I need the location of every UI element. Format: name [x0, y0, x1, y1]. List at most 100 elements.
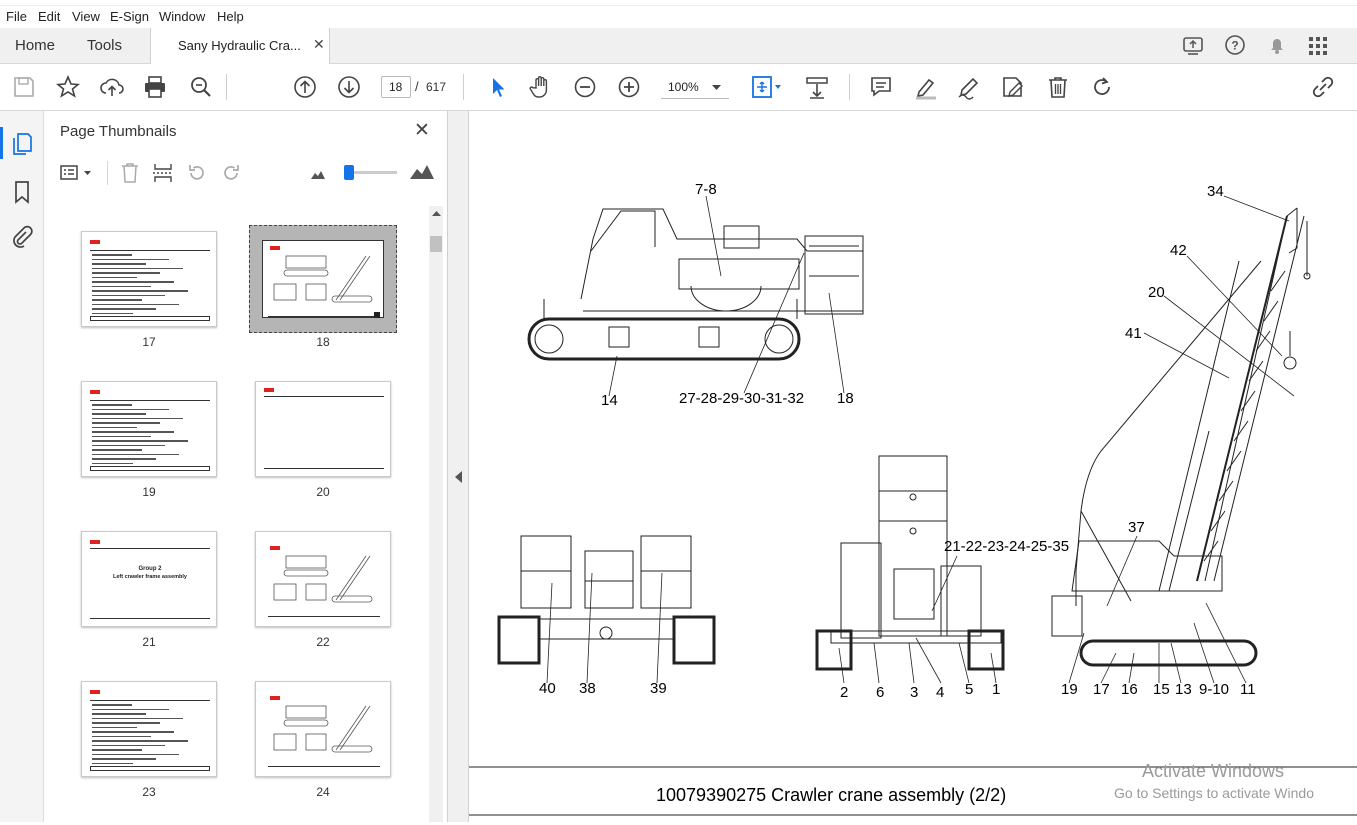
page-thumbnail[interactable]: Group 2 Left crawler frame assembly [81, 531, 217, 627]
callout-label: 34 [1207, 183, 1224, 200]
chevron-down-icon [712, 85, 721, 90]
callout-label: 17 [1093, 681, 1110, 698]
panel-title: Page Thumbnails [60, 123, 177, 140]
scroll-mode-icon[interactable] [804, 74, 830, 100]
rail-selection-indicator [0, 127, 3, 159]
page-count: 617 [426, 80, 447, 94]
rotate-clockwise-icon[interactable] [221, 163, 241, 183]
callout-label: 16 [1121, 681, 1138, 698]
thumbnail-size-slider-thumb[interactable] [344, 165, 354, 180]
scrollbar-thumb[interactable] [430, 236, 442, 252]
callout-label: 3 [910, 684, 919, 701]
next-page-icon[interactable] [336, 74, 362, 100]
tab-tools[interactable]: Tools [87, 37, 122, 54]
thumbnail-scrollbar[interactable] [429, 206, 443, 822]
callout-label: 6 [876, 684, 885, 701]
comment-icon[interactable] [868, 74, 894, 100]
rear-view-counterweight [497, 535, 716, 665]
thumbnail-options-icon[interactable] [59, 163, 95, 183]
collapse-panel-icon[interactable] [455, 471, 462, 483]
thumbnail-page-label: 24 [316, 785, 330, 799]
menu-esign[interactable]: E-Sign [110, 9, 149, 24]
page-thumbnail[interactable] [81, 231, 217, 327]
save-icon[interactable] [11, 74, 37, 100]
callout-label: 2 [840, 684, 849, 701]
callout-label: 21-22-23-24-25-35 [944, 538, 1070, 555]
menu-window[interactable]: Window [159, 9, 205, 24]
page-thumbnails-panel: Page Thumbnails ✕ 17 18 19 20 Group 2 Left cr… [44, 111, 448, 822]
draw-sign-icon[interactable] [956, 74, 982, 100]
share-link-icon[interactable] [1310, 74, 1336, 100]
thumbnail-smaller-icon[interactable] [311, 168, 325, 180]
thumbnail-page-label: 19 [142, 485, 156, 499]
thumbnail-page-label: 23 [142, 785, 156, 799]
crane-boom-view [1051, 207, 1311, 667]
cloud-upload-icon[interactable] [99, 74, 125, 100]
page-thumbnail[interactable] [81, 381, 217, 477]
tab-home[interactable]: Home [15, 37, 55, 54]
fit-page-icon[interactable] [750, 74, 784, 100]
page-thumbnails-icon[interactable] [11, 132, 33, 156]
zoom-value: 100% [668, 80, 699, 94]
callout-label: 11 [1240, 681, 1256, 698]
panel-close-icon[interactable]: ✕ [414, 119, 430, 142]
thumbnail-delete-icon[interactable] [120, 162, 140, 184]
callout-label: 15 [1153, 681, 1170, 698]
menu-edit[interactable]: Edit [38, 9, 60, 24]
thumbnail-page-label: 22 [316, 635, 330, 649]
print-icon[interactable] [142, 74, 168, 100]
page-thumbnail[interactable] [81, 681, 217, 777]
zoom-search-icon[interactable] [188, 74, 214, 100]
tab-document[interactable]: Sany Hydraulic Cra... ✕ [150, 28, 330, 65]
callout-label: 1 [992, 681, 1001, 698]
panel-splitter[interactable] [448, 111, 469, 822]
page-number-input[interactable]: 18 [381, 76, 411, 98]
zoom-out-icon[interactable] [572, 74, 598, 100]
thumbnail-page-label: 21 [142, 635, 156, 649]
thumbnail-page-label: 18 [316, 335, 330, 349]
navigation-rail [0, 111, 44, 822]
side-view-upper [527, 208, 864, 361]
thumbnail-larger-icon[interactable] [410, 164, 434, 180]
hand-tool-icon[interactable] [528, 74, 554, 100]
page-separator: / [415, 79, 419, 94]
page-thumbnail[interactable] [255, 381, 391, 477]
thumbnail-page-label: 17 [142, 335, 156, 349]
menu-help[interactable]: Help [217, 9, 244, 24]
menu-bar: File Edit View E-Sign Window Help [0, 6, 1357, 28]
callout-label: 4 [936, 684, 945, 701]
callout-label: 19 [1061, 681, 1078, 698]
share-screen-icon[interactable] [1182, 35, 1206, 57]
bookmarks-icon[interactable] [12, 180, 32, 204]
previous-page-icon[interactable] [292, 74, 318, 100]
scroll-up-icon[interactable] [432, 210, 441, 216]
document-view[interactable]: 7-8 14 27-28-29-30-31-32 18 34 42 20 41 … [469, 111, 1357, 822]
tab-close-icon[interactable]: ✕ [313, 36, 325, 53]
delete-trash-icon[interactable] [1045, 74, 1071, 100]
notification-bell-icon[interactable] [1266, 34, 1288, 56]
tab-bar: Home Tools Sany Hydraulic Cra... ✕ ? [0, 28, 1357, 65]
highlight-pen-icon[interactable] [913, 74, 939, 100]
apps-grid-icon[interactable] [1307, 35, 1329, 57]
activate-windows-subtitle: Go to Settings to activate Windo [1114, 785, 1314, 801]
menu-file[interactable]: File [6, 9, 27, 24]
zoom-in-icon[interactable] [616, 74, 642, 100]
page-thumbnail[interactable] [255, 681, 391, 777]
zoom-select[interactable]: 100% [661, 76, 729, 99]
menu-view[interactable]: View [72, 9, 100, 24]
insert-page-icon[interactable] [152, 162, 174, 184]
select-cursor-icon[interactable] [485, 74, 511, 100]
callout-label: 39 [650, 680, 667, 697]
edit-text-icon[interactable] [1000, 74, 1026, 100]
page-thumbnail[interactable] [256, 232, 390, 326]
help-icon[interactable]: ? [1224, 34, 1246, 56]
rotate-counterclockwise-icon[interactable] [187, 163, 207, 183]
rotate-icon[interactable] [1089, 74, 1115, 100]
attachments-paperclip-icon[interactable] [10, 224, 34, 248]
bookmark-star-icon[interactable] [55, 74, 81, 100]
page-thumbnail[interactable] [255, 531, 391, 627]
callout-label: 27-28-29-30-31-32 [679, 390, 805, 407]
callout-label: 40 [539, 680, 556, 697]
drawing-caption: 10079390275 Crawler crane assembly (2/2) [656, 785, 1007, 805]
callout-label: 41 [1125, 325, 1142, 342]
